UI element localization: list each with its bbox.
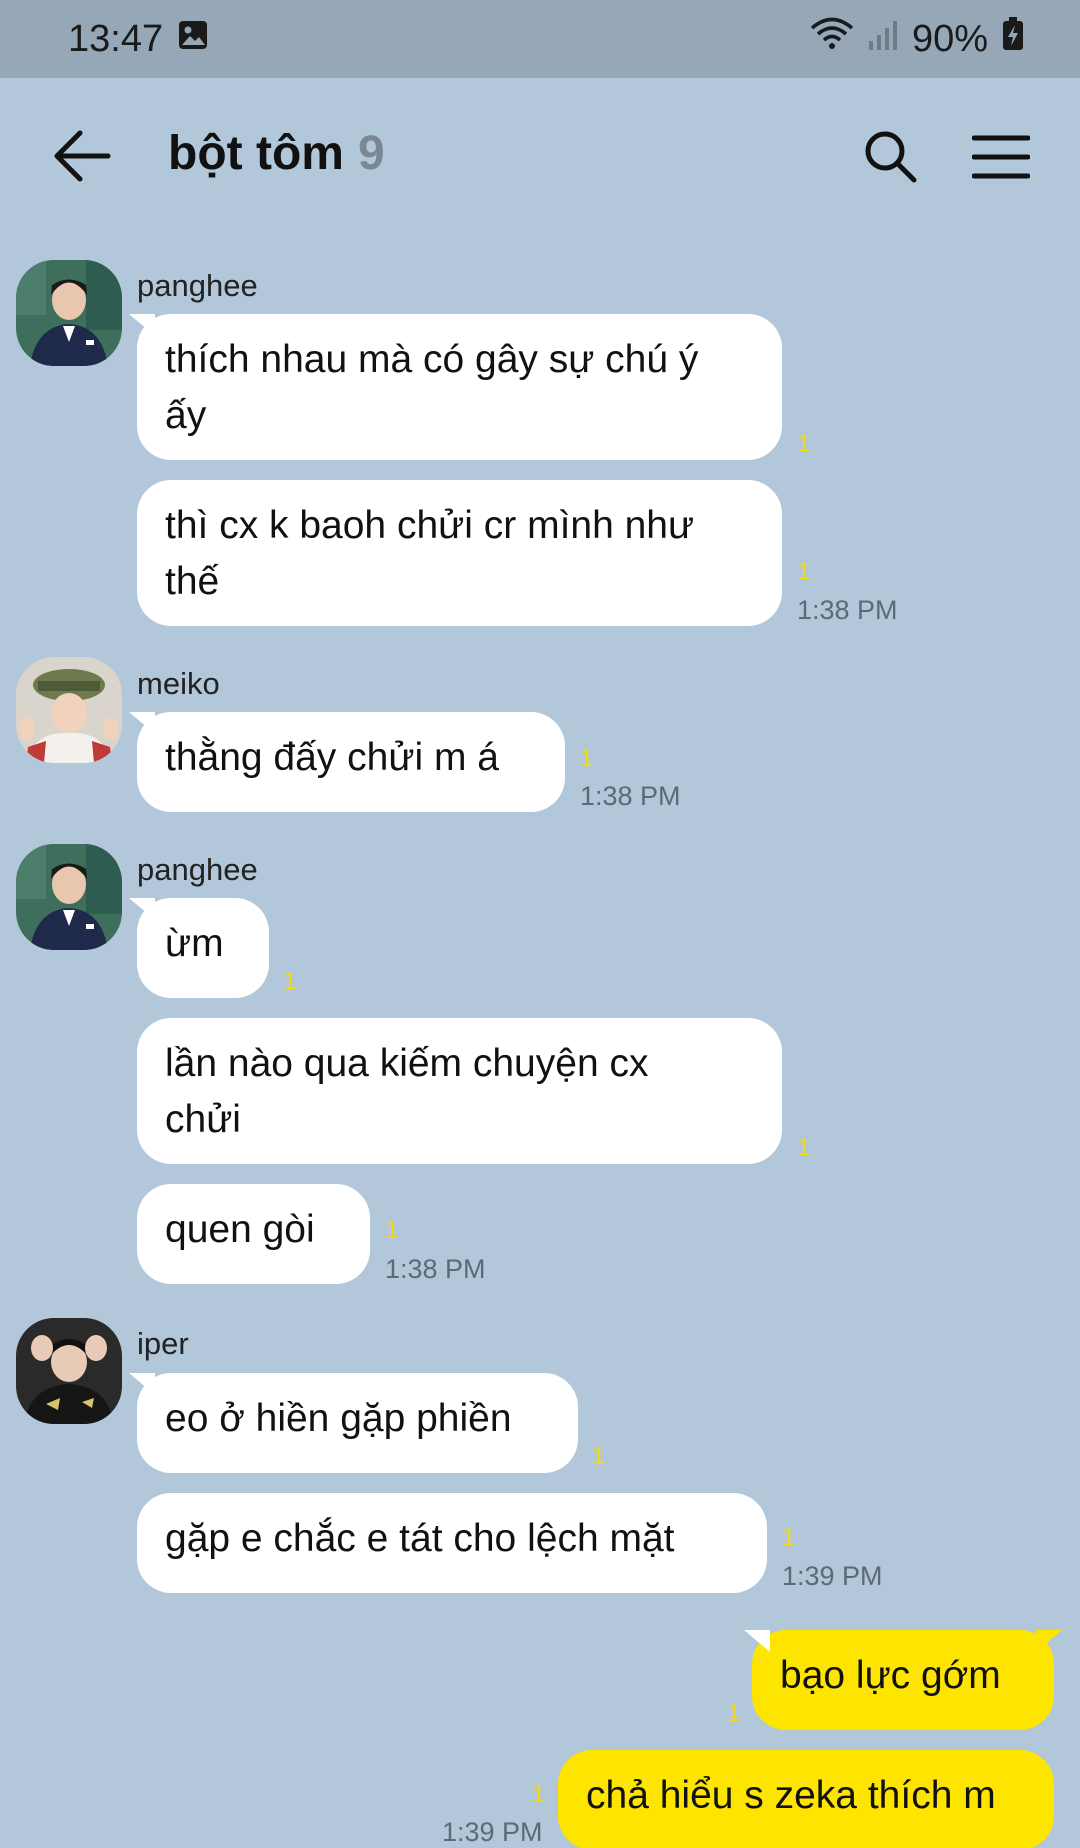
member-count: 9	[357, 127, 385, 180]
message-bubble[interactable]: gặp e chắc e tát cho lệch mặt	[137, 1493, 767, 1593]
chat-title: bột tôm 9	[168, 126, 385, 181]
my-message-bubble[interactable]: bạo lực gớm	[752, 1630, 1054, 1730]
unread-count: 1	[283, 968, 297, 995]
battery-level: 90%	[911, 17, 988, 60]
unread-count: 1	[782, 1524, 796, 1551]
message-time: 1:38 PM	[797, 595, 898, 625]
message-bubble[interactable]: lần nào qua kiếm chuyện cx chửi	[137, 1018, 782, 1164]
message-time: 1:38 PM	[385, 1254, 486, 1284]
search-icon[interactable]	[862, 128, 918, 184]
unread-count: 1	[592, 1443, 606, 1470]
wifi-icon	[810, 17, 854, 61]
message-bubble[interactable]: thích nhau mà có gây sự chú ý ấy	[137, 314, 782, 460]
battery-charging-icon	[1002, 17, 1024, 61]
signal-icon	[868, 18, 898, 61]
my-message-bubble[interactable]: chả hiểu s zeka thích m	[558, 1750, 1054, 1848]
gallery-icon	[177, 18, 209, 61]
chat-header: bột tôm 9	[0, 78, 1080, 234]
message-bubble[interactable]: thằng đấy chửi m á	[137, 712, 565, 812]
unread-count: 1	[797, 430, 811, 457]
avatar-panghee[interactable]	[16, 260, 122, 366]
sender-name: panghee	[137, 852, 258, 887]
unread-count: 1	[385, 1217, 399, 1244]
avatar-panghee[interactable]	[16, 844, 122, 950]
message-bubble[interactable]: ừm	[137, 898, 269, 998]
room-name: bột tôm	[168, 127, 344, 180]
message-time: 1:39 PM	[442, 1817, 543, 1847]
avatar-iper[interactable]	[16, 1318, 122, 1424]
unread-count: 1	[532, 1781, 546, 1808]
message-bubble[interactable]: eo ở hiền gặp phiền	[137, 1373, 578, 1473]
sender-name: iper	[137, 1326, 189, 1361]
message-bubble[interactable]: thì cx k baoh chửi cr mình như thế	[137, 480, 782, 626]
message-time: 1:38 PM	[580, 781, 681, 811]
status-bar: 13:47 90%	[0, 0, 1080, 78]
sender-name: meiko	[137, 666, 220, 701]
status-time: 13:47	[68, 17, 164, 60]
unread-count: 1	[797, 1134, 811, 1161]
sender-name: panghee	[137, 268, 258, 303]
back-arrow-icon[interactable]	[52, 128, 112, 184]
message-time: 1:39 PM	[782, 1561, 883, 1591]
unread-count: 1	[580, 745, 594, 772]
message-bubble[interactable]: quen gòi	[137, 1184, 370, 1284]
menu-icon[interactable]	[971, 134, 1031, 180]
unread-count: 1	[727, 1700, 741, 1727]
unread-count: 1	[797, 558, 811, 585]
avatar-meiko[interactable]	[16, 657, 122, 763]
